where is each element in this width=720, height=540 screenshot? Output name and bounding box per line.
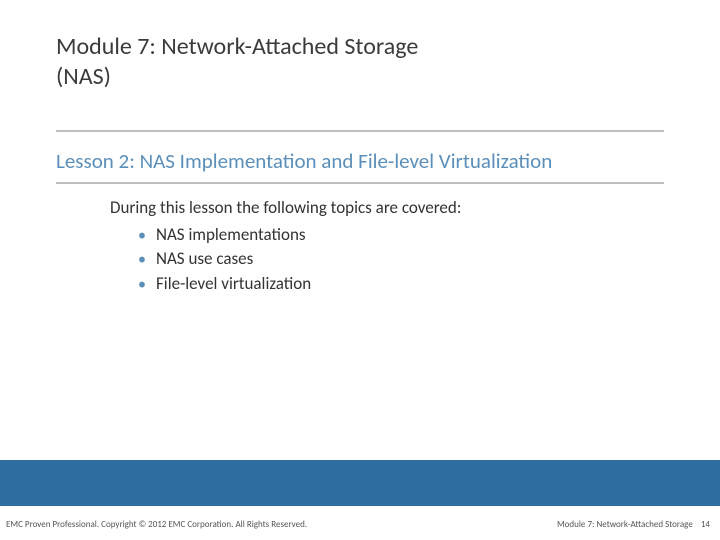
bullet-text: NAS use cases xyxy=(156,248,253,269)
decorative-band xyxy=(0,460,720,506)
lesson-intro: During this lesson the following topics … xyxy=(110,196,461,221)
slide: Module 7: Network-Attached Storage (NAS)… xyxy=(0,0,720,540)
list-item: File-level virtualization xyxy=(138,272,461,297)
bullet-text: NAS implementations xyxy=(156,224,306,245)
footer-left: EMC Proven Professional. Copyright © 201… xyxy=(6,519,307,530)
divider-top xyxy=(56,130,664,132)
lesson-body: During this lesson the following topics … xyxy=(110,196,461,297)
lesson-bullet-list: NAS implementations NAS use cases File-l… xyxy=(138,223,461,297)
footer-brand: EMC Proven Professional. xyxy=(6,519,99,530)
divider-mid xyxy=(56,182,664,184)
footer-right: Module 7: Network-Attached Storage 14 xyxy=(557,519,710,530)
footer: EMC Proven Professional. Copyright © 201… xyxy=(0,508,720,540)
footer-module-label: Module 7: Network-Attached Storage xyxy=(557,519,693,530)
module-title: Module 7: Network-Attached Storage (NAS) xyxy=(56,32,476,92)
footer-copyright: Copyright © 2012 EMC Corporation. All Ri… xyxy=(99,519,307,530)
list-item: NAS use cases xyxy=(138,247,461,272)
bullet-text: File-level virtualization xyxy=(156,273,311,294)
lesson-title: Lesson 2: NAS Implementation and File-le… xyxy=(56,148,552,174)
page-number: 14 xyxy=(701,519,710,530)
list-item: NAS implementations xyxy=(138,223,461,248)
